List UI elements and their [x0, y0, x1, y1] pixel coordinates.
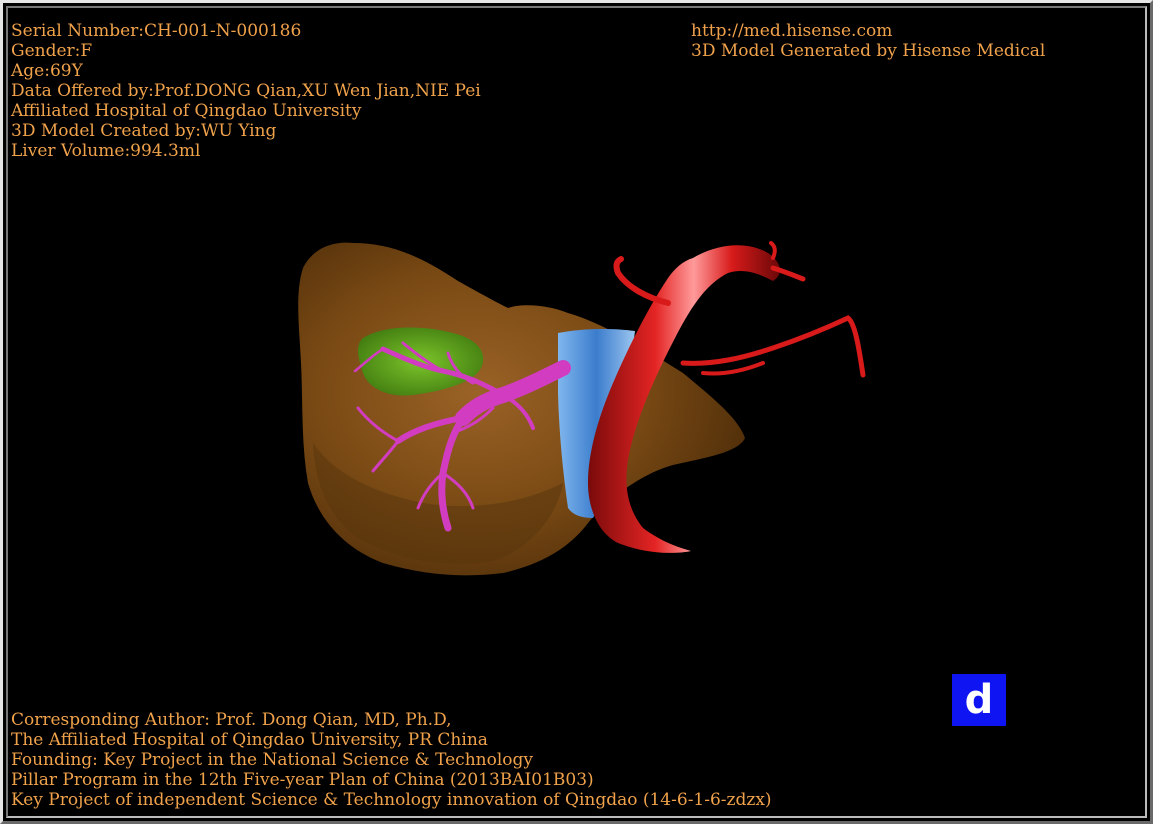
- 3d-viewport[interactable]: Serial Number:CH-001-N-000186 Gender:F A…: [6, 6, 1147, 818]
- view-mode-button[interactable]: d: [952, 674, 1006, 726]
- credits-line-4: Pillar Program in the 12th Five-year Pla…: [11, 770, 594, 790]
- hospital-name: Affiliated Hospital of Qingdao Universit…: [11, 101, 362, 121]
- serial-number: Serial Number:CH-001-N-000186: [11, 21, 302, 41]
- app-window: Serial Number:CH-001-N-000186 Gender:F A…: [0, 0, 1153, 824]
- patient-info: Serial Number:CH-001-N-000186 Gender:F A…: [11, 21, 481, 161]
- generated-by: 3D Model Generated by Hisense Medical: [691, 41, 1046, 61]
- vendor-info: http://med.hisense.com 3D Model Generate…: [691, 21, 1045, 61]
- credits-line-2: The Affiliated Hospital of Qingdao Unive…: [11, 730, 488, 750]
- age: Age:69Y: [11, 61, 83, 81]
- vendor-url: http://med.hisense.com: [691, 21, 893, 41]
- credits-line-5: Key Project of independent Science & Tec…: [11, 790, 772, 810]
- credits-line-1: Corresponding Author: Prof. Dong Qian, M…: [11, 710, 452, 730]
- liver-volume: Liver Volume:994.3ml: [11, 141, 201, 161]
- credits: Corresponding Author: Prof. Dong Qian, M…: [11, 710, 772, 810]
- credits-line-3: Founding: Key Project in the National Sc…: [11, 750, 533, 770]
- gender: Gender:F: [11, 41, 93, 61]
- data-offered-by: Data Offered by:Prof.DONG Qian,XU Wen Ji…: [11, 81, 481, 101]
- view-mode-label: d: [964, 677, 994, 723]
- model-created-by: 3D Model Created by:WU Ying: [11, 121, 277, 141]
